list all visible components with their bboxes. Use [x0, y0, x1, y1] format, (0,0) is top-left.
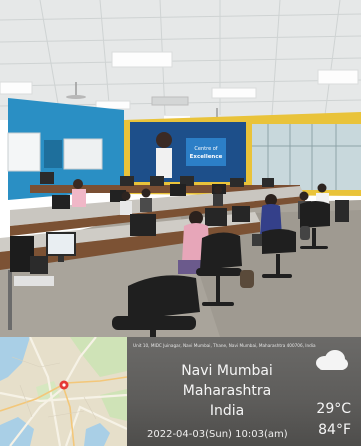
state-name: Maharashtra [182, 383, 272, 399]
city-name: Navi Mumbai [181, 363, 273, 379]
full-address: Unit 10, MIDC Juinagar, Navi Mumbai, Tha… [133, 343, 316, 348]
banner-title-line2: Excellence [190, 154, 223, 160]
temperature-fahrenheit: 84°F [318, 422, 351, 438]
computer-lab-photo: Centre of Excellence [0, 0, 361, 337]
banner-title-line1: Centre of [194, 146, 217, 152]
geotag-photo: Centre of Excellence Unit 10, MIDC Juina… [0, 0, 361, 446]
location-info-panel: Unit 10, MIDC Juinagar, Navi Mumbai, Tha… [127, 337, 361, 446]
location-map [0, 337, 127, 446]
country-name: India [209, 403, 245, 419]
cloud-icon [316, 350, 348, 370]
geotag-overlay: Unit 10, MIDC Juinagar, Navi Mumbai, Tha… [0, 337, 361, 446]
temperature-celsius: 29°C [316, 401, 351, 417]
date-time: 2022-04-03(Sun) 10:03(am) [147, 429, 288, 440]
